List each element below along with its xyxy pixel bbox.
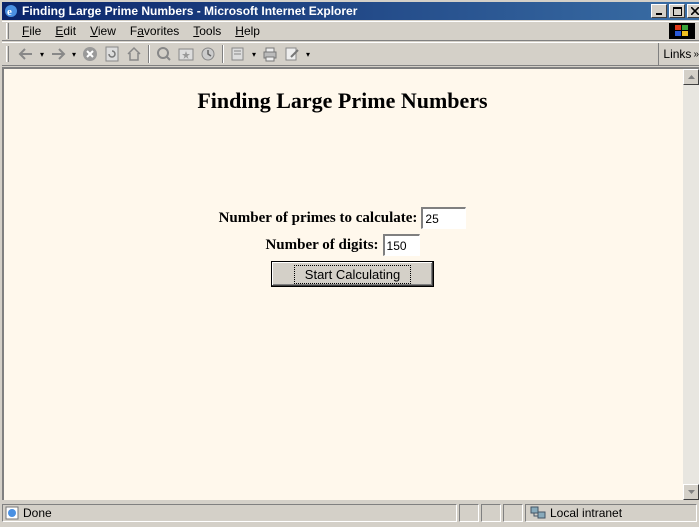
menu-grip[interactable] xyxy=(6,23,9,39)
minimize-button[interactable] xyxy=(651,4,667,18)
history-icon[interactable] xyxy=(197,44,219,64)
status-cell-3 xyxy=(503,504,523,522)
back-dropdown-icon[interactable]: ▾ xyxy=(37,44,47,64)
toolbar-separator xyxy=(222,45,224,63)
page-done-icon xyxy=(5,506,19,520)
arrow-down-icon xyxy=(687,490,695,494)
close-button[interactable] xyxy=(687,4,699,18)
digits-colon: : xyxy=(373,236,379,253)
search-icon[interactable] xyxy=(153,44,175,64)
status-main-panel: Done xyxy=(2,504,457,522)
arrow-up-icon xyxy=(687,75,695,79)
stop-icon[interactable] xyxy=(79,44,101,64)
vertical-scrollbar[interactable] xyxy=(683,69,699,500)
start-calculating-label: Start Calculating xyxy=(293,264,412,284)
digits-label: Number of digits xyxy=(265,236,374,253)
menu-file[interactable]: File xyxy=(15,24,48,38)
toolbar-separator xyxy=(148,45,150,63)
local-intranet-icon xyxy=(530,506,546,520)
home-icon[interactable] xyxy=(123,44,145,64)
edit-icon[interactable] xyxy=(281,44,303,64)
security-zone-panel[interactable]: Local intranet xyxy=(525,504,697,522)
status-bar: Done Local intranet xyxy=(2,502,699,524)
mail-icon[interactable] xyxy=(227,44,249,64)
maximize-icon xyxy=(672,6,682,16)
status-cell-1 xyxy=(459,504,479,522)
primes-row: Number of primes to calculate: xyxy=(4,207,681,229)
internet-explorer-icon: e xyxy=(4,4,18,18)
primes-label: Number of primes to calculate xyxy=(218,209,413,226)
chevron-right-icon: » xyxy=(693,48,699,60)
links-label: Links xyxy=(663,47,692,61)
forward-icon[interactable] xyxy=(47,44,69,64)
close-icon xyxy=(691,7,699,15)
menu-view[interactable]: View xyxy=(83,24,123,38)
page-title: Finding Large Prime Numbers xyxy=(197,88,488,113)
browser-window: e Finding Large Prime Numbers - Microsof… xyxy=(0,0,699,527)
menu-tools[interactable]: Tools xyxy=(186,24,228,38)
title-bar[interactable]: e Finding Large Prime Numbers - Microsof… xyxy=(2,2,699,20)
svg-text:e: e xyxy=(7,6,12,18)
menu-favorites[interactable]: Favorites xyxy=(123,24,186,38)
zone-text: Local intranet xyxy=(550,506,623,520)
digits-count-input[interactable] xyxy=(382,234,420,256)
edit-dropdown-icon[interactable]: ▾ xyxy=(303,44,313,64)
minimize-icon xyxy=(656,13,662,15)
maximize-button[interactable] xyxy=(669,4,685,18)
content-area: Finding Large Prime Numbers Number of pr… xyxy=(2,67,699,500)
web-page: Finding Large Prime Numbers Number of pr… xyxy=(4,69,681,500)
menu-edit[interactable]: Edit xyxy=(48,24,83,38)
mail-dropdown-icon[interactable]: ▾ xyxy=(249,44,259,64)
scroll-up-button[interactable] xyxy=(683,69,699,85)
refresh-icon[interactable] xyxy=(101,44,123,64)
menu-bar: File Edit View Favorites Tools Help xyxy=(2,21,699,41)
primes-colon: : xyxy=(412,209,418,226)
status-text: Done xyxy=(23,506,52,520)
digits-row: Number of digits: xyxy=(4,234,681,256)
menu-help[interactable]: Help xyxy=(228,24,267,38)
scroll-down-button[interactable] xyxy=(683,484,699,500)
toolbar-grip[interactable] xyxy=(6,46,9,62)
window-title: Finding Large Prime Numbers - Microsoft … xyxy=(22,4,358,18)
primes-count-input[interactable] xyxy=(421,207,467,229)
forward-dropdown-icon[interactable]: ▾ xyxy=(69,44,79,64)
status-cell-2 xyxy=(481,504,501,522)
windows-logo-icon xyxy=(669,23,695,39)
start-calculating-button[interactable]: Start Calculating xyxy=(271,261,434,287)
links-toolbar[interactable]: Links » xyxy=(658,43,699,65)
back-icon[interactable] xyxy=(15,44,37,64)
print-icon[interactable] xyxy=(259,44,281,64)
standard-toolbar: ▾ ▾ ▾ ▾ Links » xyxy=(2,42,699,66)
favorites-icon[interactable] xyxy=(175,44,197,64)
